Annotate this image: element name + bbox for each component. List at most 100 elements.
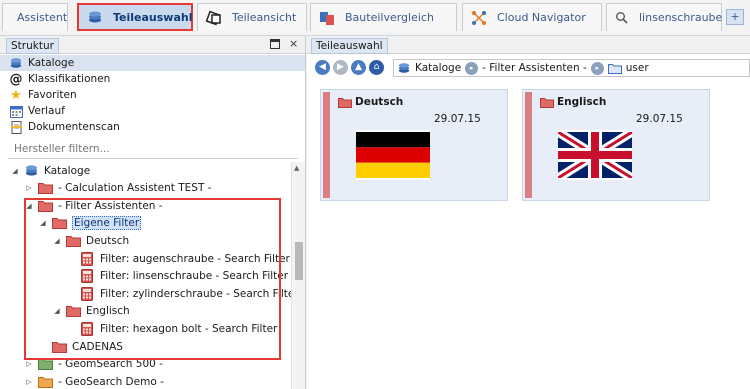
parts-view-icon	[206, 10, 222, 26]
tab-assistent[interactable]: Assistent	[2, 3, 68, 31]
breadcrumb: Kataloge ▸ - Filter Assistenten - ▸ user	[393, 59, 750, 77]
catalog-card-deutsch[interactable]: Deutsch 29.07.15	[320, 89, 508, 201]
tree-node-label: Englisch	[86, 305, 130, 318]
tab-teileansicht[interactable]: Teileansicht	[197, 3, 307, 31]
breadcrumb-separator-icon[interactable]: ▸	[590, 61, 604, 75]
tree-node-label: - Calculation Assistent TEST -	[58, 182, 212, 195]
tab-strip: Assistent Teileauswahl Teileansicht Baut…	[0, 0, 750, 36]
search-icon	[615, 10, 629, 26]
nav-item-verlauf[interactable]: Verlauf	[0, 103, 305, 119]
tree-node-label: Filter: hexagon bolt - Search Filter	[100, 322, 278, 335]
card-title: Deutsch	[355, 96, 404, 108]
folder-blue-icon	[607, 63, 622, 74]
tree-node-label: Kataloge	[44, 164, 91, 177]
tab-label: Teileansicht	[232, 11, 297, 24]
collapsed-arrow-icon[interactable]: ▷	[24, 360, 34, 368]
tab-label: linsenschraube	[639, 11, 723, 24]
tree-node[interactable]: ◢ Deutsch	[52, 232, 129, 249]
tree-node[interactable]: Filter: linsenschraube - Search Filter	[66, 268, 288, 285]
tab-bauteilvergleich[interactable]: Bauteilvergleich	[310, 3, 457, 31]
expanded-arrow-icon[interactable]: ◢	[38, 219, 48, 227]
tree-node-label: - Filter Assistenten -	[58, 199, 163, 212]
tree-node-label: - GeomSearch 500 -	[58, 358, 163, 371]
tree-node[interactable]: ▷ - GeomSearch 500 -	[24, 356, 163, 373]
catalog-stack-icon	[397, 62, 411, 74]
germany-flag-icon	[356, 130, 430, 180]
panel-header: Struktur ×	[0, 36, 305, 54]
tab-search-linsenschraube[interactable]: linsenschraube	[606, 3, 722, 31]
tree-node[interactable]: ◢ Kataloge	[10, 162, 90, 179]
uk-flag-icon	[558, 130, 632, 180]
navigation-bar: ◀ ▶ ▲ ⌂ Kataloge ▸ - Filter Assistenten …	[307, 57, 750, 77]
tree-node[interactable]: Filter: augenschraube - Search Filter	[66, 250, 290, 267]
vertical-scrollbar[interactable]: ▲	[291, 162, 305, 389]
document-scan-icon	[9, 120, 23, 134]
compare-icon	[319, 10, 335, 26]
expanded-arrow-icon[interactable]: ◢	[52, 237, 62, 245]
nav-item-dokumentenscan[interactable]: Dokumentenscan	[0, 119, 305, 135]
folder-red-icon	[51, 340, 67, 354]
panel-title: Teileauswahl	[311, 38, 388, 54]
nav-item-favoriten[interactable]: ★ Favoriten	[0, 87, 305, 103]
scroll-up-arrow-icon[interactable]: ▲	[294, 164, 299, 172]
panel-title: Struktur	[6, 38, 59, 54]
folder-red-icon	[338, 97, 352, 111]
breadcrumb-item-filter-assistenten[interactable]: - Filter Assistenten -	[482, 62, 587, 74]
catalog-card-englisch[interactable]: Englisch 29.07.15	[522, 89, 710, 201]
expanded-arrow-icon[interactable]: ◢	[10, 167, 20, 175]
tree-node[interactable]: ▷ - GeoSearch Demo -	[24, 373, 164, 389]
tree-node-label: CADENAS	[72, 340, 123, 353]
breadcrumb-item-kataloge[interactable]: Kataloge	[415, 62, 461, 74]
nav-item-label: Kataloge	[28, 57, 75, 69]
close-icon[interactable]: ×	[289, 37, 298, 50]
tree-node[interactable]: ◢ Englisch	[52, 303, 130, 320]
tree-node[interactable]: ◢ - Filter Assistenten -	[24, 197, 163, 214]
manufacturer-filter-input[interactable]	[8, 139, 298, 159]
tree-node[interactable]: Filter: hexagon bolt - Search Filter	[66, 320, 277, 337]
calculator-icon	[79, 286, 95, 301]
folder-orange-icon	[37, 375, 53, 389]
card-accent-bar	[525, 92, 532, 198]
folder-red-icon	[51, 216, 67, 230]
tab-label: Teileauswahl	[113, 10, 193, 24]
structure-panel: Struktur × Kataloge @ Klassifikationen ★…	[0, 36, 306, 389]
tab-label: Bauteilvergleich	[345, 11, 434, 24]
nav-item-klassifikationen[interactable]: @ Klassifikationen	[0, 71, 305, 87]
back-arrow-icon[interactable]: ◀	[315, 59, 330, 75]
card-date: 29.07.15	[636, 113, 683, 125]
scroll-thumb[interactable]	[295, 242, 303, 280]
expanded-arrow-icon[interactable]: ◢	[24, 202, 34, 210]
folder-red-icon	[65, 304, 81, 318]
card-date: 29.07.15	[434, 113, 481, 125]
nav-item-label: Verlauf	[28, 105, 65, 117]
tree-node-label: Deutsch	[86, 234, 130, 247]
panel-header: Teileauswahl	[307, 36, 750, 54]
nav-item-kataloge[interactable]: Kataloge	[0, 55, 305, 71]
forward-arrow-icon[interactable]: ▶	[333, 59, 348, 75]
tree-node[interactable]: ◢ Eigene Filter	[38, 215, 142, 232]
collapsed-arrow-icon[interactable]: ▷	[24, 378, 34, 386]
tree-node-label: Eigene Filter	[72, 216, 142, 231]
catalog-stack-icon	[87, 9, 103, 25]
tab-label: Assistent	[17, 11, 68, 24]
tab-teileauswahl[interactable]: Teileauswahl	[77, 3, 193, 31]
nav-item-label: Dokumentenscan	[28, 121, 120, 133]
expanded-arrow-icon[interactable]: ◢	[52, 307, 62, 315]
home-icon[interactable]: ⌂	[369, 59, 384, 75]
calculator-icon	[79, 269, 95, 284]
breadcrumb-item-user[interactable]: user	[626, 62, 649, 74]
tree-node[interactable]: Filter: zylinderschraube - Search Filter	[66, 285, 299, 302]
collapsed-arrow-icon[interactable]: ▷	[24, 184, 34, 192]
card-accent-bar	[323, 92, 330, 198]
folder-green-icon	[37, 357, 53, 371]
tab-label: Cloud Navigator	[497, 11, 586, 24]
up-arrow-icon[interactable]: ▲	[351, 59, 366, 75]
tree-node[interactable]: ▷ - Calculation Assistent TEST -	[24, 180, 212, 197]
tree-node[interactable]: CADENAS	[38, 338, 123, 355]
breadcrumb-separator-icon[interactable]: ▸	[465, 61, 479, 75]
star-icon: ★	[10, 87, 22, 103]
add-tab-button[interactable]: +	[726, 9, 744, 25]
card-title: Englisch	[557, 96, 607, 108]
maximize-icon[interactable]	[270, 39, 280, 49]
tab-cloud-navigator[interactable]: Cloud Navigator	[462, 3, 602, 31]
